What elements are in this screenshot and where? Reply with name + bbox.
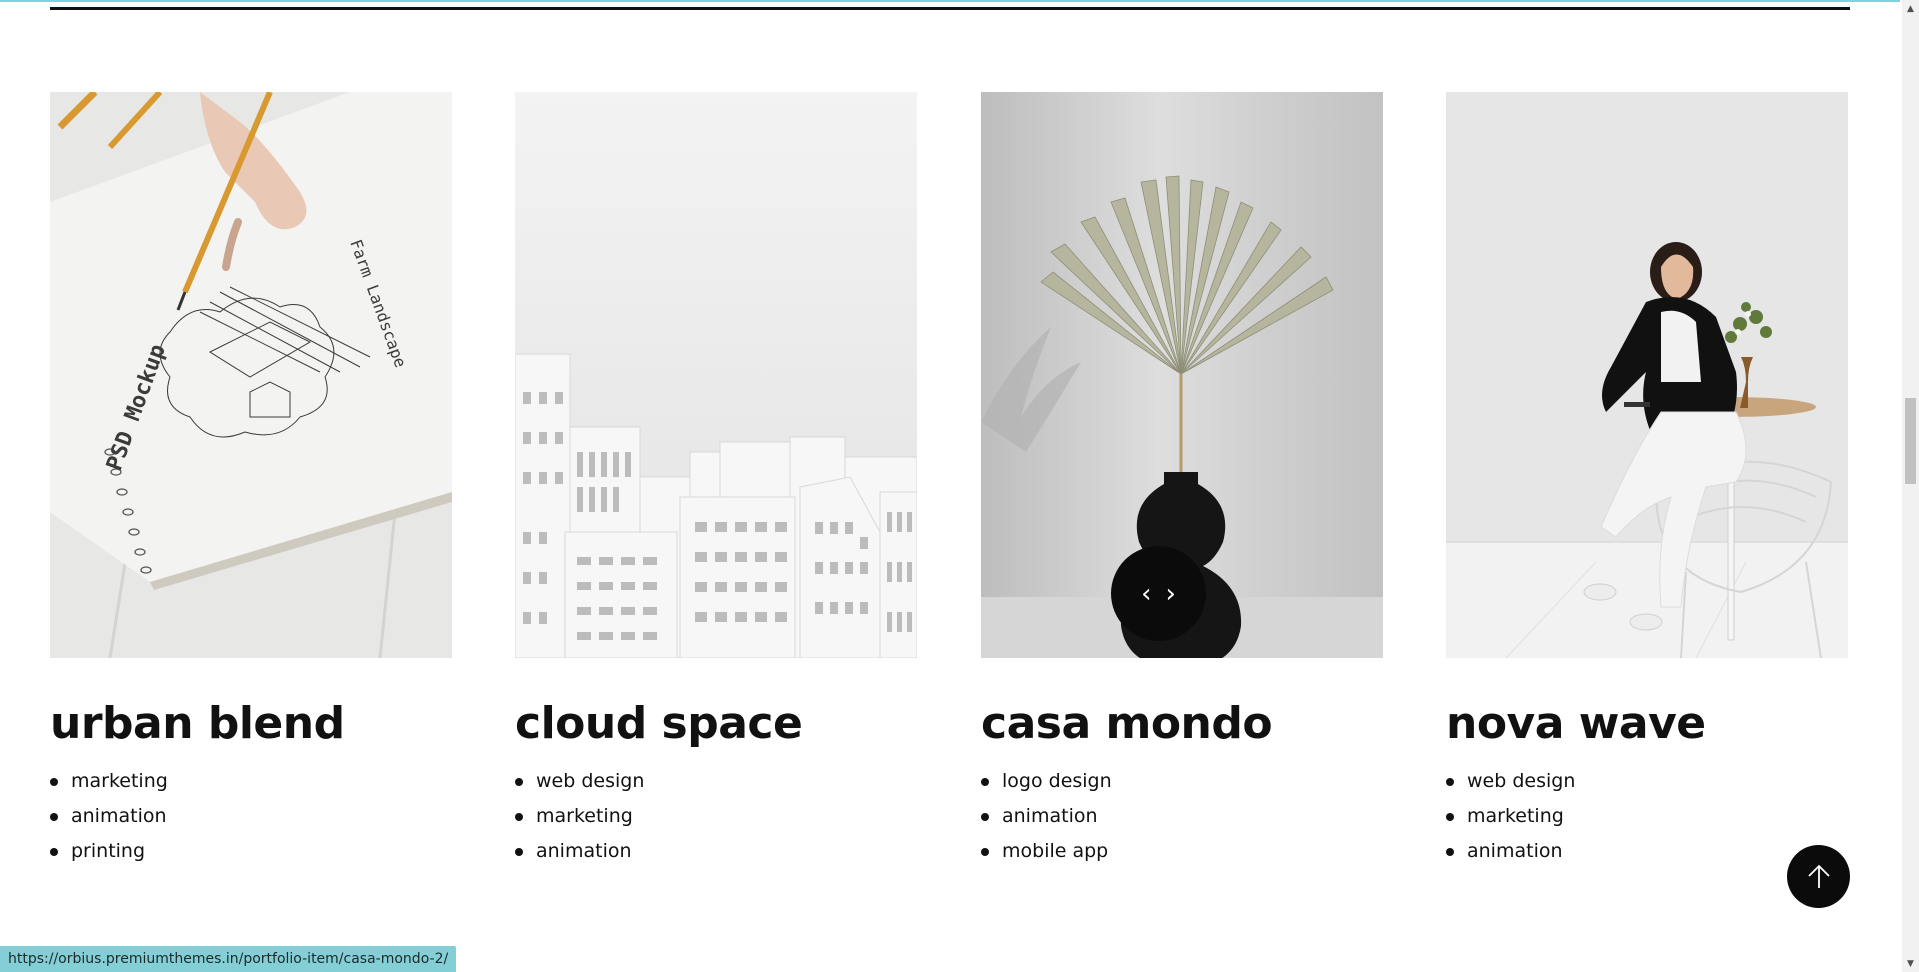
tag-item: printing — [50, 834, 452, 869]
tag-list: logo design animation mobile app — [981, 764, 1383, 869]
tag-item: web design — [1446, 764, 1848, 799]
back-to-top-button[interactable] — [1787, 845, 1850, 908]
chevron-right-icon: › — [1165, 578, 1176, 609]
scroll-down-arrow-icon[interactable]: ▼ — [1902, 955, 1919, 972]
woman-cafe-photo — [1446, 92, 1848, 658]
tag-list: web design marketing animation — [1446, 764, 1848, 869]
chevron-left-icon: ‹ — [1141, 578, 1152, 609]
portfolio-thumbnail[interactable] — [515, 92, 917, 658]
tag-item: animation — [1446, 834, 1848, 869]
portfolio-grid: PSD Mockup Farm Landscape urban blend ma… — [50, 92, 1850, 872]
portfolio-thumbnail[interactable]: ‹ › — [981, 92, 1383, 658]
tag-list: web design marketing animation — [515, 764, 917, 869]
scrollbar-thumb[interactable] — [1905, 398, 1916, 484]
tag-item: logo design — [981, 764, 1383, 799]
portfolio-title[interactable]: cloud space — [515, 699, 917, 748]
page: PSD Mockup Farm Landscape urban blend ma… — [0, 0, 1919, 972]
tag-item: animation — [981, 799, 1383, 834]
portfolio-title[interactable]: casa mondo — [981, 699, 1383, 748]
tag-item: animation — [515, 834, 917, 869]
portfolio-title[interactable]: nova wave — [1446, 699, 1848, 748]
portfolio-thumbnail[interactable]: PSD Mockup Farm Landscape — [50, 92, 452, 658]
section-divider — [50, 7, 1850, 10]
portfolio-card-urban-blend[interactable]: PSD Mockup Farm Landscape urban blend ma… — [50, 92, 452, 869]
vertical-scrollbar[interactable]: ▲ ▼ — [1902, 0, 1919, 972]
tag-item: marketing — [515, 799, 917, 834]
portfolio-title[interactable]: urban blend — [50, 699, 452, 748]
portfolio-thumbnail[interactable] — [1446, 92, 1848, 658]
tag-item: marketing — [1446, 799, 1848, 834]
tag-item: mobile app — [981, 834, 1383, 869]
tag-list: marketing animation printing — [50, 764, 452, 869]
paper-city-photo — [515, 92, 917, 658]
top-accent-line — [0, 0, 1900, 2]
scroll-up-arrow-icon[interactable]: ▲ — [1902, 0, 1919, 17]
sketchbook-photo: PSD Mockup Farm Landscape — [50, 92, 452, 658]
portfolio-card-casa-mondo[interactable]: ‹ › casa mondo logo design animation mob… — [981, 92, 1383, 869]
drag-arrows-icon: ‹ › — [1111, 546, 1206, 641]
tag-item: animation — [50, 799, 452, 834]
tag-item: web design — [515, 764, 917, 799]
arrow-up-icon — [1807, 864, 1830, 888]
tag-item: marketing — [50, 764, 452, 799]
portfolio-card-nova-wave[interactable]: nova wave web design marketing animation — [1446, 92, 1848, 869]
portfolio-card-cloud-space[interactable]: cloud space web design marketing animati… — [515, 92, 917, 869]
status-bar-url: https://orbius.premiumthemes.in/portfoli… — [0, 946, 457, 972]
